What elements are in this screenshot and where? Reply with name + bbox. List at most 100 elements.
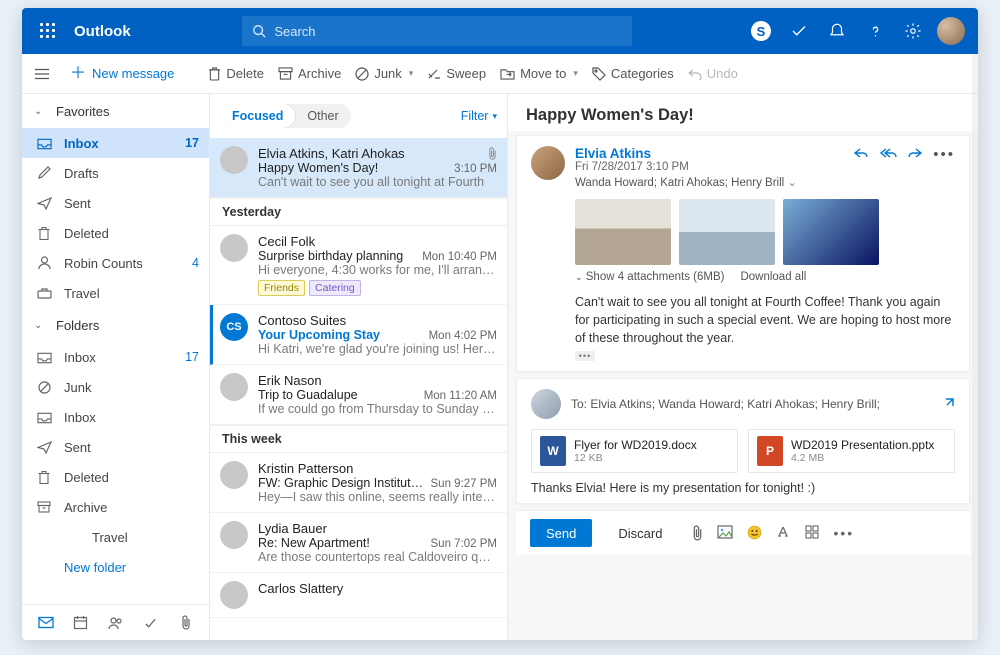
- folder-label: Sent: [64, 440, 199, 455]
- search-box[interactable]: [242, 16, 632, 46]
- message-from: Erik Nason: [258, 373, 322, 388]
- notifications-icon[interactable]: [820, 14, 854, 48]
- chevron-down-icon: ▾: [492, 111, 497, 122]
- folder-inbox[interactable]: Inbox17: [22, 342, 209, 372]
- insert-picture-icon[interactable]: [717, 525, 733, 542]
- folder-junk[interactable]: Junk: [22, 372, 209, 402]
- search-input[interactable]: [274, 24, 622, 39]
- sender-avatar: [220, 146, 248, 174]
- junk-icon: [36, 381, 52, 394]
- message-item[interactable]: Cecil FolkSurprise birthday planningMon …: [210, 226, 507, 305]
- settings-icon[interactable]: [896, 14, 930, 48]
- send-button[interactable]: Send: [530, 519, 592, 547]
- folder-label: Travel: [64, 286, 199, 301]
- message-item[interactable]: Lydia BauerRe: New Apartment!Sun 7:02 PM…: [210, 513, 507, 573]
- archive-button[interactable]: Archive: [278, 66, 341, 81]
- attachment-card[interactable]: PWD2019 Presentation.pptx4.2 MB: [748, 429, 955, 473]
- category-tag[interactable]: Catering: [309, 280, 361, 296]
- message-item[interactable]: Kristin PattersonFW: Graphic Design Inst…: [210, 453, 507, 513]
- forward-icon[interactable]: [907, 146, 923, 160]
- download-all-link[interactable]: Download all: [740, 271, 806, 283]
- word-file-icon: W: [540, 436, 566, 466]
- reply-all-icon[interactable]: [879, 146, 897, 160]
- apps-icon[interactable]: [805, 525, 819, 542]
- popout-icon[interactable]: [941, 397, 955, 411]
- account-avatar[interactable]: [934, 14, 968, 48]
- folder-sent[interactable]: Sent: [22, 432, 209, 462]
- attachment-card[interactable]: WFlyer for WD2019.docx12 KB: [531, 429, 738, 473]
- discard-button[interactable]: Discard: [602, 519, 678, 547]
- reply-body[interactable]: Thanks Elvia! Here is my presentation fo…: [531, 481, 955, 495]
- todo-icon[interactable]: [782, 14, 816, 48]
- attachment-thumbnail[interactable]: [783, 199, 879, 265]
- filter-button[interactable]: Filter▾: [461, 109, 497, 123]
- message-time: 3:10 PM: [454, 163, 497, 175]
- new-folder-link[interactable]: New folder: [22, 552, 209, 582]
- attachment-thumbnail[interactable]: [679, 199, 775, 265]
- folder-inbox[interactable]: Inbox17: [22, 128, 209, 158]
- reply-to-line[interactable]: To: Elvia Atkins; Wanda Howard; Katri Ah…: [571, 397, 931, 411]
- folder-sent[interactable]: Sent: [22, 188, 209, 218]
- categories-button[interactable]: Categories: [592, 66, 674, 81]
- formatting-icon[interactable]: [776, 525, 791, 542]
- reading-pane: Happy Women's Day! Elvia Atkins Fri 7/28…: [508, 94, 978, 640]
- message-item[interactable]: CSContoso SuitesYour Upcoming StayMon 4:…: [210, 305, 507, 365]
- scrollbar[interactable]: [972, 54, 978, 640]
- favorites-group[interactable]: ⌄Favorites: [22, 94, 209, 128]
- module-switcher: [22, 604, 209, 640]
- category-tag[interactable]: Friends: [258, 280, 305, 296]
- folder-deleted[interactable]: Deleted: [22, 218, 209, 248]
- show-attachments-link[interactable]: ⌄ Show 4 attachments (6MB): [575, 271, 724, 283]
- calendar-module-icon[interactable]: [68, 610, 94, 636]
- message-item[interactable]: Erik NasonTrip to GuadalupeMon 11:20 AMI…: [210, 365, 507, 425]
- message-item[interactable]: Elvia Atkins, Katri AhokasHappy Women's …: [210, 138, 507, 198]
- app-launcher[interactable]: [32, 15, 64, 47]
- help-icon[interactable]: [858, 14, 892, 48]
- files-module-icon[interactable]: [173, 610, 199, 636]
- sender-name[interactable]: Elvia Atkins: [575, 146, 843, 161]
- message-time: Sun 9:27 PM: [431, 478, 497, 490]
- more-compose-icon[interactable]: •••: [833, 525, 854, 542]
- recipients[interactable]: Wanda Howard; Katri Ahokas; Henry Brill …: [575, 175, 843, 189]
- tab-focused[interactable]: Focused: [220, 104, 295, 128]
- mail-module-icon[interactable]: [33, 610, 59, 636]
- hamburger-icon[interactable]: [34, 67, 56, 81]
- sweep-icon: [427, 67, 441, 81]
- new-message-button[interactable]: ＋New message: [70, 66, 174, 82]
- message-time: Mon 4:02 PM: [429, 330, 497, 342]
- reply-icon[interactable]: [853, 146, 869, 160]
- chevron-down-icon: ▾: [573, 68, 578, 79]
- folder-label: Inbox: [64, 350, 173, 365]
- tab-other[interactable]: Other: [295, 104, 350, 128]
- message-preview: Are those countertops real Caldoveiro qu…: [258, 550, 497, 564]
- expand-recipients-icon[interactable]: ⌄: [787, 177, 797, 189]
- skype-icon[interactable]: S: [744, 14, 778, 48]
- folder-travel[interactable]: Travel: [22, 278, 209, 308]
- emoji-icon[interactable]: [747, 525, 762, 542]
- tasks-module-icon[interactable]: [138, 610, 164, 636]
- folder-robin-counts[interactable]: Robin Counts4: [22, 248, 209, 278]
- folder-archive[interactable]: Archive: [22, 492, 209, 522]
- expand-quoted-icon[interactable]: •••: [575, 351, 595, 361]
- folder-drafts[interactable]: Drafts: [22, 158, 209, 188]
- folder-inbox[interactable]: Inbox: [22, 402, 209, 432]
- command-bar: ＋New message Delete Archive Junk▾ Sweep …: [22, 54, 978, 94]
- travel-icon: [36, 288, 52, 299]
- delete-button[interactable]: Delete: [208, 66, 264, 81]
- sweep-button[interactable]: Sweep: [427, 66, 486, 81]
- more-actions-icon[interactable]: •••: [933, 146, 955, 163]
- move-to-button[interactable]: Move to▾: [500, 66, 578, 81]
- folders-group[interactable]: ⌄Folders: [22, 308, 209, 342]
- folder-deleted[interactable]: Deleted: [22, 462, 209, 492]
- junk-button[interactable]: Junk▾: [355, 66, 413, 81]
- folder-travel[interactable]: Travel: [22, 522, 209, 552]
- inbox-icon: [36, 137, 52, 150]
- attachment-thumbnail[interactable]: [575, 199, 671, 265]
- deleted-icon: [36, 470, 52, 484]
- people-module-icon[interactable]: [103, 610, 129, 636]
- undo-button[interactable]: Undo: [688, 66, 738, 81]
- message-item[interactable]: Carlos Slattery: [210, 573, 507, 618]
- sent-icon: [36, 441, 52, 454]
- sender-avatar[interactable]: [531, 146, 565, 180]
- attach-file-icon[interactable]: [692, 525, 703, 542]
